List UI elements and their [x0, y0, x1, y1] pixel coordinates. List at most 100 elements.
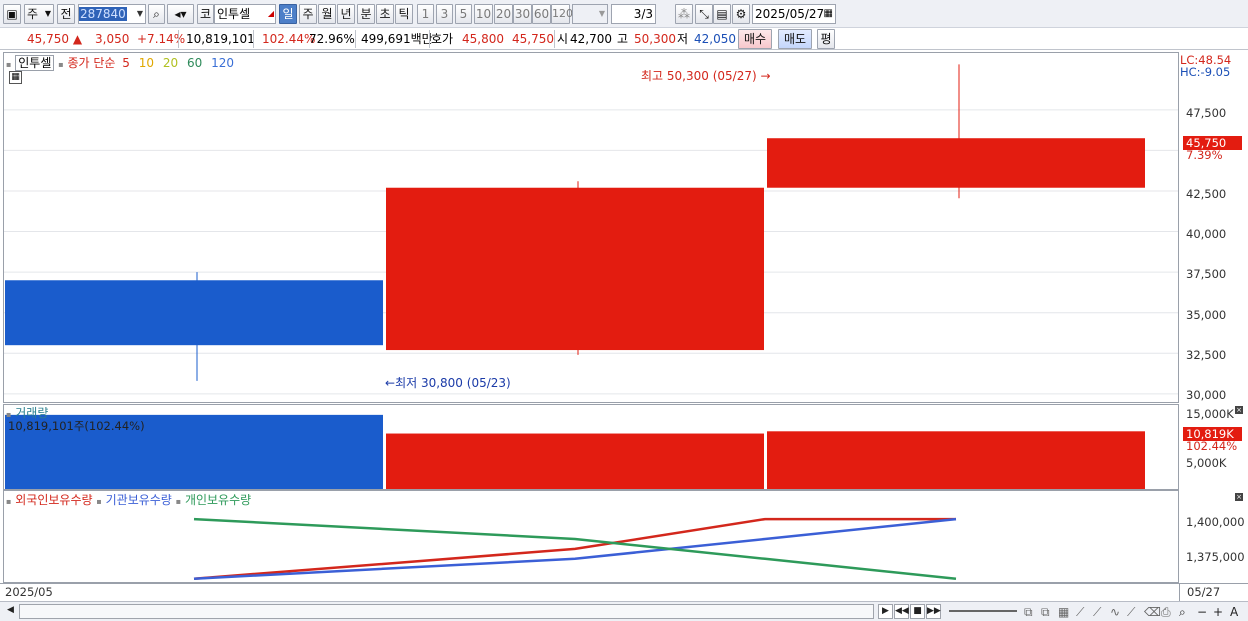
date-field[interactable]: 2025/05/27 ▦: [752, 4, 836, 24]
low-price: 42,050: [694, 32, 736, 46]
lock-icon[interactable]: ⁂: [675, 4, 693, 24]
interval-120[interactable]: 120: [551, 4, 573, 24]
y-tick: 37,500: [1186, 267, 1227, 281]
candle-body: [5, 280, 383, 346]
stop-icon[interactable]: ■: [910, 604, 925, 619]
grid-icon[interactable]: ▦: [1058, 605, 1069, 619]
interval-60[interactable]: 60: [532, 4, 551, 24]
speaker-icon[interactable]: ◂▾: [167, 4, 194, 24]
y-tick: 15,000K: [1186, 407, 1234, 421]
scroll-left-icon[interactable]: ◀: [3, 604, 18, 619]
close-icon[interactable]: ×: [1235, 493, 1243, 501]
legend-ma-5: 5: [122, 56, 130, 70]
stock-code-input[interactable]: 287840 ▼: [78, 4, 146, 24]
bid-price: 45,800: [462, 32, 504, 46]
arrow-right-icon: →: [760, 69, 771, 83]
volume-pane[interactable]: ▪ 거래량 10,819,101주(102.44%): [3, 404, 1179, 490]
zoom-in-icon[interactable]: +: [1213, 605, 1223, 619]
volume-reading: 10,819,101주(102.44%): [8, 419, 145, 433]
bid-label: 호가: [431, 32, 454, 46]
y-tick: 47,500: [1186, 106, 1227, 120]
scroll-right-icon[interactable]: ▶: [878, 604, 893, 619]
period-minute[interactable]: 분: [357, 4, 375, 24]
draw-tool-icon[interactable]: ⤡: [695, 4, 713, 24]
price-pane[interactable]: ▪ 인투셀 ▪ 종가 단순 5 10 20 60 120 ▦ 최고 50,300…: [3, 52, 1179, 403]
interval-1[interactable]: 1: [417, 4, 434, 24]
print-icon[interactable]: ⎙: [1161, 605, 1171, 620]
period-week[interactable]: 주: [299, 4, 317, 24]
up-triangle-icon: ▲: [72, 32, 83, 46]
price-chart-svg: [4, 64, 1178, 395]
chart-area[interactable]: ▪ 인투셀 ▪ 종가 단순 5 10 20 60 120 ▦ 최고 50,300…: [0, 51, 1248, 601]
holdings-pane[interactable]: ▪ 외국인보유수량 ▪ 기관보유수량 ▪ 개인보유수량: [3, 490, 1179, 583]
fast-forward-icon[interactable]: ▶▶: [926, 604, 941, 619]
interval-5[interactable]: 5: [455, 4, 472, 24]
zoom-slider[interactable]: [949, 610, 1017, 612]
arrow-left-icon: ←: [385, 376, 396, 390]
y-tick: 1,400,000: [1186, 515, 1245, 529]
y-tick: 40,000: [1186, 227, 1227, 241]
page-counter: 3/3: [611, 4, 656, 24]
wave-tool-icon[interactable]: ∿: [1110, 605, 1120, 619]
legend-institution: 기관보유수량: [105, 493, 172, 507]
fan-tool-icon[interactable]: ⟋: [1127, 605, 1135, 620]
volume-pct-tag: 102.44%: [1186, 439, 1238, 453]
trade-amount: 499,691백만: [361, 32, 433, 46]
horizontal-scrollbar[interactable]: [19, 604, 874, 619]
search-icon[interactable]: ⌕: [148, 4, 165, 24]
zoom-out-icon[interactable]: −: [1197, 605, 1207, 619]
legend-foreign: 외국인보유수량: [15, 493, 93, 507]
average-button[interactable]: 평: [817, 29, 835, 49]
legend-stock-name: 인투셀: [15, 55, 55, 71]
date-value: 2025/05/27: [755, 7, 825, 21]
rewind-icon[interactable]: ◀◀: [894, 604, 909, 619]
close-icon[interactable]: ×: [1235, 406, 1243, 414]
market-button[interactable]: 코: [197, 4, 214, 24]
interval-30[interactable]: 30: [513, 4, 532, 24]
high-annotation: 최고 50,300 (05/27) →: [641, 69, 771, 83]
copy-icon[interactable]: ⧉: [1024, 605, 1033, 620]
holdings-axis: × 1,400,000 1,375,000: [1179, 490, 1248, 584]
trend-tool-icon[interactable]: ⟋: [1093, 605, 1101, 620]
legend-marker-icon: ▪: [6, 60, 12, 69]
period-second[interactable]: 초: [376, 4, 394, 24]
line-tool-icon[interactable]: ⟋: [1076, 605, 1084, 620]
table-icon[interactable]: ▦: [9, 71, 22, 84]
legend-marker-icon: ▪: [175, 497, 182, 506]
legend-ma-60: 60: [186, 56, 203, 70]
interval-custom-dropdown[interactable]: ▼: [572, 4, 608, 24]
search-icon[interactable]: ⌕: [1179, 605, 1186, 620]
volume-chart-svg: [5, 414, 1145, 489]
volume-ratio: 102.44%: [262, 32, 316, 46]
legend-ma-20: 20: [162, 56, 179, 70]
period-tick[interactable]: 틱: [395, 4, 413, 24]
divider: [554, 30, 555, 48]
divider: [1179, 584, 1180, 601]
interval-20[interactable]: 20: [494, 4, 513, 24]
period-month[interactable]: 월: [318, 4, 336, 24]
x-axis: 2025/05 05/27: [0, 583, 1248, 601]
high-label: 고: [617, 32, 629, 46]
ask-price: 45,750: [512, 32, 554, 46]
stock-code-value: 287840: [79, 7, 127, 21]
window-icon[interactable]: ▣: [3, 4, 21, 24]
all-button[interactable]: 전: [57, 4, 75, 24]
legend-ma-10: 10: [138, 56, 155, 70]
font-icon[interactable]: A: [1230, 605, 1238, 619]
interval-10[interactable]: 10: [474, 4, 493, 24]
stock-name-field[interactable]: 인투셀 ◢: [214, 4, 276, 24]
chevron-down-icon: ▼: [44, 9, 51, 18]
buy-button[interactable]: 매수: [738, 29, 772, 49]
period-year[interactable]: 년: [337, 4, 355, 24]
save-icon[interactable]: ▤: [713, 4, 731, 24]
legend-ma-120: 120: [211, 56, 234, 70]
sell-button[interactable]: 매도: [778, 29, 812, 49]
gear-icon[interactable]: ⚙: [732, 4, 750, 24]
holdings-line: [193, 517, 956, 580]
layout-icon[interactable]: ⧉: [1041, 605, 1050, 620]
period-mode-dropdown[interactable]: 주 ▼: [24, 4, 54, 24]
period-day[interactable]: 일: [279, 4, 297, 24]
interval-3[interactable]: 3: [436, 4, 453, 24]
stock-name-value: 인투셀: [217, 7, 251, 21]
eraser-icon[interactable]: ⌫: [1144, 605, 1161, 619]
